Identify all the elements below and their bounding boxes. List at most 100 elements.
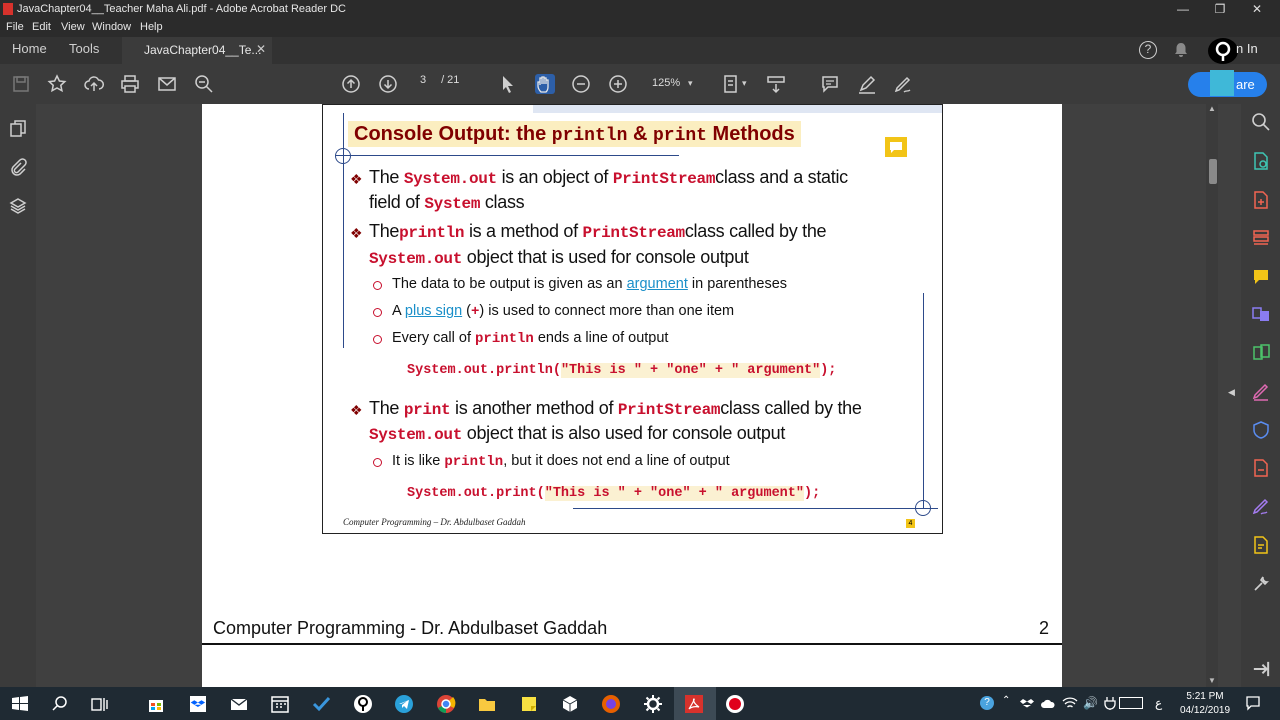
- menu-edit[interactable]: Edit: [32, 21, 51, 33]
- export-pdf-icon[interactable]: [1251, 151, 1271, 171]
- windows-taskbar: ? ⌃ 🔊 ع: [0, 687, 1280, 720]
- menu-view[interactable]: View: [61, 21, 85, 33]
- page-fit-icon[interactable]: [722, 74, 742, 94]
- next-page-icon[interactable]: [378, 74, 398, 94]
- diamond-bullet-icon: ❖: [350, 225, 363, 241]
- tab-home[interactable]: Home: [12, 41, 47, 56]
- minimize-button[interactable]: —: [1166, 0, 1200, 19]
- combine-files-icon[interactable]: [1251, 304, 1271, 324]
- current-page-input[interactable]: 3: [414, 74, 432, 86]
- settings-gear-icon[interactable]: [643, 694, 663, 714]
- hand-tool-icon[interactable]: [535, 74, 555, 94]
- search-icon[interactable]: [1251, 112, 1271, 132]
- scrollbar-thumb[interactable]: [1209, 159, 1217, 184]
- total-pages: / 21: [441, 74, 460, 86]
- edit-pdf-icon[interactable]: [1251, 228, 1271, 248]
- mail-app-icon[interactable]: [229, 694, 249, 714]
- task-view-icon[interactable]: [90, 694, 110, 714]
- email-icon[interactable]: [157, 74, 177, 94]
- page-indicator: 3 / 21: [414, 74, 459, 86]
- telegram-app-icon[interactable]: [394, 694, 414, 714]
- fill-sign-icon[interactable]: [1251, 381, 1271, 401]
- page-footer-text: Computer Programming - Dr. Abdulbaset Ga…: [213, 618, 608, 638]
- send-for-signature-icon[interactable]: [1251, 496, 1271, 516]
- screen-recorder-app-icon[interactable]: [725, 694, 745, 714]
- attachments-paperclip-icon[interactable]: [9, 158, 27, 176]
- taskbar-search-icon[interactable]: [50, 694, 70, 714]
- page-fit-dropdown-chevron-icon[interactable]: ▾: [742, 78, 752, 98]
- firefox-app-icon[interactable]: [601, 694, 621, 714]
- menu-window[interactable]: Window: [92, 21, 131, 33]
- print-icon[interactable]: [120, 74, 140, 94]
- input-language-indicator[interactable]: ع: [1155, 696, 1162, 710]
- scroll-up-icon[interactable]: ▲: [1208, 104, 1216, 113]
- tab-tools[interactable]: Tools: [69, 41, 99, 56]
- tab-document[interactable]: JavaChapter04__Te... ✕: [122, 37, 272, 64]
- help-tray-icon[interactable]: ?: [980, 696, 994, 710]
- 3d-app-icon[interactable]: [560, 694, 580, 714]
- argument-link[interactable]: argument: [627, 276, 688, 292]
- wifi-icon[interactable]: [1062, 696, 1078, 710]
- dropbox-app-icon[interactable]: [188, 694, 208, 714]
- highlight-pen-icon[interactable]: [857, 74, 877, 94]
- close-tab-icon[interactable]: ✕: [256, 42, 266, 56]
- zoom-dropdown-chevron-icon[interactable]: ▾: [688, 78, 698, 98]
- show-hidden-icons-chevron-icon[interactable]: ⌃: [1002, 695, 1010, 706]
- chrome-app-icon[interactable]: [436, 694, 456, 714]
- zoom-out-icon[interactable]: [571, 74, 591, 94]
- create-pdf-icon[interactable]: [1251, 190, 1271, 210]
- calendar-app-icon[interactable]: [270, 694, 290, 714]
- vertical-scrollbar[interactable]: ▲ ▼: [1206, 104, 1218, 687]
- share-button[interactable]: are: [1188, 70, 1267, 97]
- more-tools-wrench-icon[interactable]: [1251, 574, 1271, 594]
- previous-page-icon[interactable]: [341, 74, 361, 94]
- onedrive-cloud-icon[interactable]: [1041, 697, 1055, 709]
- zoom-in-icon[interactable]: [608, 74, 628, 94]
- notification-bell-icon[interactable]: [1173, 42, 1189, 58]
- help-icon[interactable]: ?: [1139, 41, 1157, 59]
- sticky-notes-app-icon[interactable]: [519, 694, 539, 714]
- save-icon[interactable]: [11, 74, 31, 94]
- dropbox-tray-icon[interactable]: [1020, 696, 1034, 710]
- menu-file[interactable]: File: [6, 21, 24, 33]
- pdf-file-icon[interactable]: [1251, 458, 1271, 478]
- windows-start-icon[interactable]: [10, 694, 30, 714]
- action-center-icon[interactable]: [1245, 695, 1261, 711]
- sign-in-link[interactable]: n In: [1236, 41, 1258, 56]
- protect-shield-icon[interactable]: [1251, 420, 1271, 440]
- file-explorer-app-icon[interactable]: [477, 694, 497, 714]
- bullet-1-line-2: field of System class: [369, 192, 525, 213]
- store-app-icon[interactable]: [146, 694, 166, 714]
- sub-bullet-1: The data to be output is given as an arg…: [392, 276, 788, 292]
- system-clock[interactable]: 5:21 PM 04/12/2019: [1175, 690, 1235, 718]
- restore-button[interactable]: ❐: [1203, 0, 1237, 19]
- bookmark-star-icon[interactable]: [47, 74, 67, 94]
- acrobat-app-icon[interactable]: [684, 694, 704, 714]
- collapse-panel-icon[interactable]: [1251, 659, 1270, 677]
- collapse-right-panel-icon[interactable]: ◀: [1228, 387, 1235, 398]
- document-viewport[interactable]: Console Output: the println & print Meth…: [36, 104, 1241, 687]
- todo-app-icon[interactable]: [311, 694, 331, 714]
- battery-plug-icon[interactable]: [1103, 696, 1117, 710]
- layers-icon[interactable]: [9, 197, 27, 215]
- comment-note-icon[interactable]: [885, 137, 907, 157]
- keyboard-icon[interactable]: [1119, 697, 1143, 709]
- send-for-review-icon[interactable]: [1251, 535, 1271, 555]
- menu-help[interactable]: Help: [140, 21, 163, 33]
- plus-sign-link[interactable]: plus sign: [405, 303, 462, 319]
- cloud-upload-icon[interactable]: [84, 74, 104, 94]
- scrolling-mode-icon[interactable]: [766, 74, 786, 94]
- page-thumbnails-icon[interactable]: [9, 120, 27, 138]
- organize-pages-icon[interactable]: [1251, 343, 1271, 363]
- comment-icon[interactable]: [820, 74, 840, 94]
- comment-tool-icon[interactable]: [1251, 267, 1271, 287]
- select-cursor-icon[interactable]: [498, 74, 518, 94]
- recorder-app-icon[interactable]: [353, 694, 373, 714]
- volume-icon[interactable]: 🔊: [1083, 696, 1099, 710]
- scroll-down-icon[interactable]: ▼: [1208, 676, 1216, 685]
- close-button[interactable]: ✕: [1240, 0, 1274, 19]
- sign-pen-icon[interactable]: [893, 74, 913, 94]
- sub-bullet-2: A plus sign (+) is used to connect more …: [392, 303, 735, 320]
- search-zoom-icon[interactable]: [194, 74, 214, 94]
- zoom-level[interactable]: 125%: [652, 77, 680, 89]
